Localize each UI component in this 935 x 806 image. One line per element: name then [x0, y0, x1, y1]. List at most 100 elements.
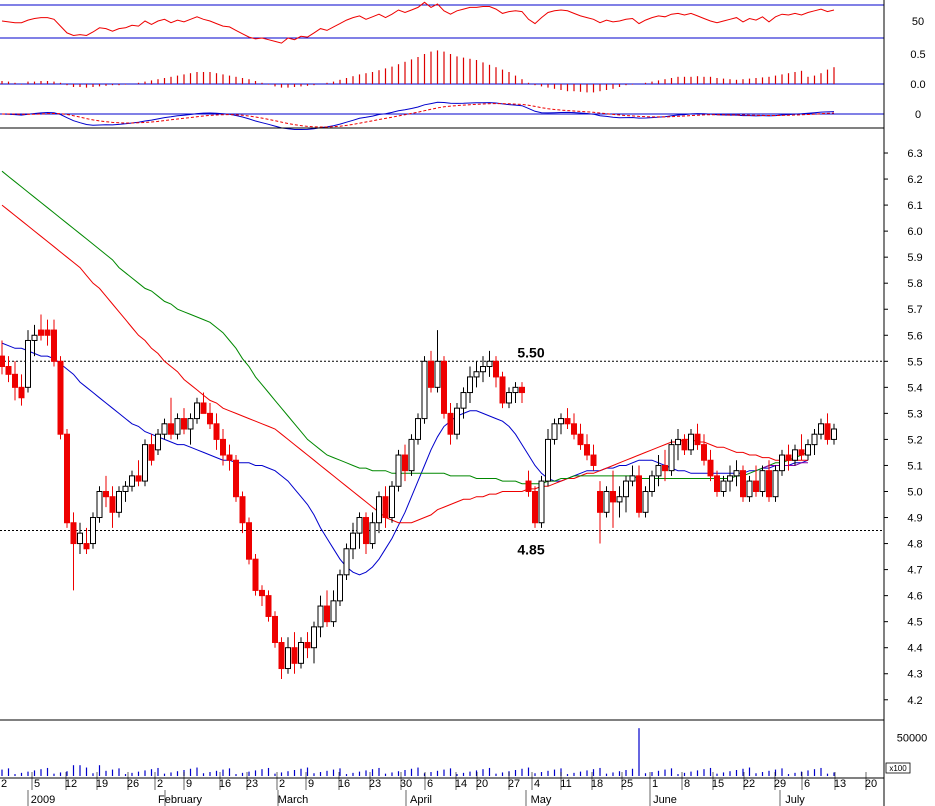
price-tick-label: 5.8	[907, 278, 922, 290]
candle-body	[733, 470, 740, 477]
candle-body	[395, 454, 402, 487]
month-tick-label: May	[531, 794, 552, 806]
candle-body	[129, 475, 135, 487]
candle-body	[818, 423, 824, 435]
day-tick-label: 9	[186, 778, 192, 790]
price-tick-label: 4.8	[907, 539, 922, 551]
day-tick-label: 1	[652, 778, 658, 790]
candle-body	[727, 475, 733, 482]
day-tick-label: 2	[1, 778, 7, 790]
candle-body	[96, 490, 103, 519]
candle-body	[343, 548, 350, 576]
candle-body	[499, 376, 506, 404]
day-tick-label: 16	[338, 778, 350, 790]
price-tick-label: 5.3	[907, 408, 922, 420]
price-tick-label: 4.2	[907, 695, 922, 707]
candle-body	[480, 366, 486, 373]
candle-body	[148, 444, 155, 461]
candle-body	[831, 428, 837, 440]
candle-body	[688, 433, 694, 451]
volume-pane: 50000 x100	[0, 719, 927, 776]
candle-body	[90, 517, 96, 545]
candle-body	[623, 480, 629, 498]
candle-body	[584, 444, 590, 456]
candle-body	[51, 329, 57, 362]
candle-body	[603, 490, 610, 513]
month-tick-label: June	[653, 794, 677, 806]
candle-body	[337, 574, 343, 602]
candle-body	[304, 641, 311, 649]
moving-average-line	[1, 170, 809, 485]
day-tick-label: 20	[476, 778, 488, 790]
day-tick-label: 5	[34, 778, 40, 790]
candle-body	[389, 485, 395, 519]
candle-body	[109, 496, 116, 513]
candle-body	[558, 418, 564, 425]
candle-body	[538, 480, 545, 524]
candle-body	[707, 459, 714, 477]
candle-body	[83, 543, 90, 550]
candle-body	[629, 475, 636, 482]
price-tick-label: 4.6	[907, 591, 922, 603]
day-tick-label: 12	[65, 778, 77, 790]
candle-body	[545, 438, 551, 482]
price-tick-label: 6.1	[907, 200, 922, 212]
candle-body	[200, 402, 207, 414]
candle-body	[597, 490, 603, 513]
candle-body	[421, 360, 428, 420]
candle-body	[135, 475, 142, 482]
candle-body	[239, 496, 246, 524]
candle-body	[168, 423, 174, 435]
candle-body	[610, 490, 616, 503]
day-tick-label: 6	[427, 778, 433, 790]
candle-body	[564, 418, 571, 425]
day-tick-label: 2	[157, 778, 163, 790]
candle-body	[642, 490, 649, 513]
candle-body	[519, 386, 525, 394]
stock-chart: 50 0.5 0.0 0 4.2 4.3 4.4 4.5 4.6 4.7 4.8 4.9 5.0 5…	[0, 0, 927, 806]
candle-body	[350, 532, 356, 550]
level-label: 4.85	[517, 542, 544, 558]
price-tick-label: 4.9	[907, 513, 922, 525]
candle-body	[298, 641, 304, 664]
candle-body	[493, 360, 499, 378]
candle-body	[798, 449, 805, 456]
candle-body	[792, 449, 798, 461]
candle-body	[525, 480, 532, 492]
candle-body	[317, 605, 324, 628]
candle-body	[714, 475, 720, 492]
day-tick-label: 27	[508, 778, 520, 790]
price-tick-label: 5.9	[907, 252, 922, 264]
candle-body	[174, 418, 181, 435]
candle-body	[265, 595, 272, 617]
candle-body	[213, 423, 220, 440]
candle-body	[402, 454, 408, 472]
candle-body	[408, 438, 415, 472]
price-tick-label: 6.0	[907, 226, 922, 238]
candle-body	[0, 355, 5, 368]
candle-body	[746, 480, 753, 498]
candle-body	[233, 459, 239, 498]
day-tick-label: 19	[96, 778, 108, 790]
candle-body	[31, 334, 38, 341]
day-tick-label: 30	[400, 778, 412, 790]
macd-line	[1, 101, 835, 130]
candle-body	[246, 522, 252, 560]
candle-body	[636, 475, 642, 513]
candle-body	[428, 360, 434, 388]
candle-body	[759, 470, 766, 492]
candle-body	[252, 558, 259, 591]
candle-body	[532, 490, 538, 524]
momentum-tick-label: 0.0	[910, 79, 925, 91]
day-tick-label: 16	[219, 778, 231, 790]
candle-body	[441, 360, 447, 414]
price-tick-label: 4.7	[907, 565, 922, 577]
candle-body	[649, 475, 655, 492]
macd-pane: 0	[0, 101, 921, 130]
momentum-pane: 0.5 0.0	[0, 49, 926, 93]
candle-body	[512, 386, 519, 394]
price-tick-label: 5.4	[907, 382, 922, 394]
momentum-tick-label: 0.5	[910, 49, 925, 61]
month-tick-label: March	[278, 794, 309, 806]
candle-body	[25, 339, 31, 388]
